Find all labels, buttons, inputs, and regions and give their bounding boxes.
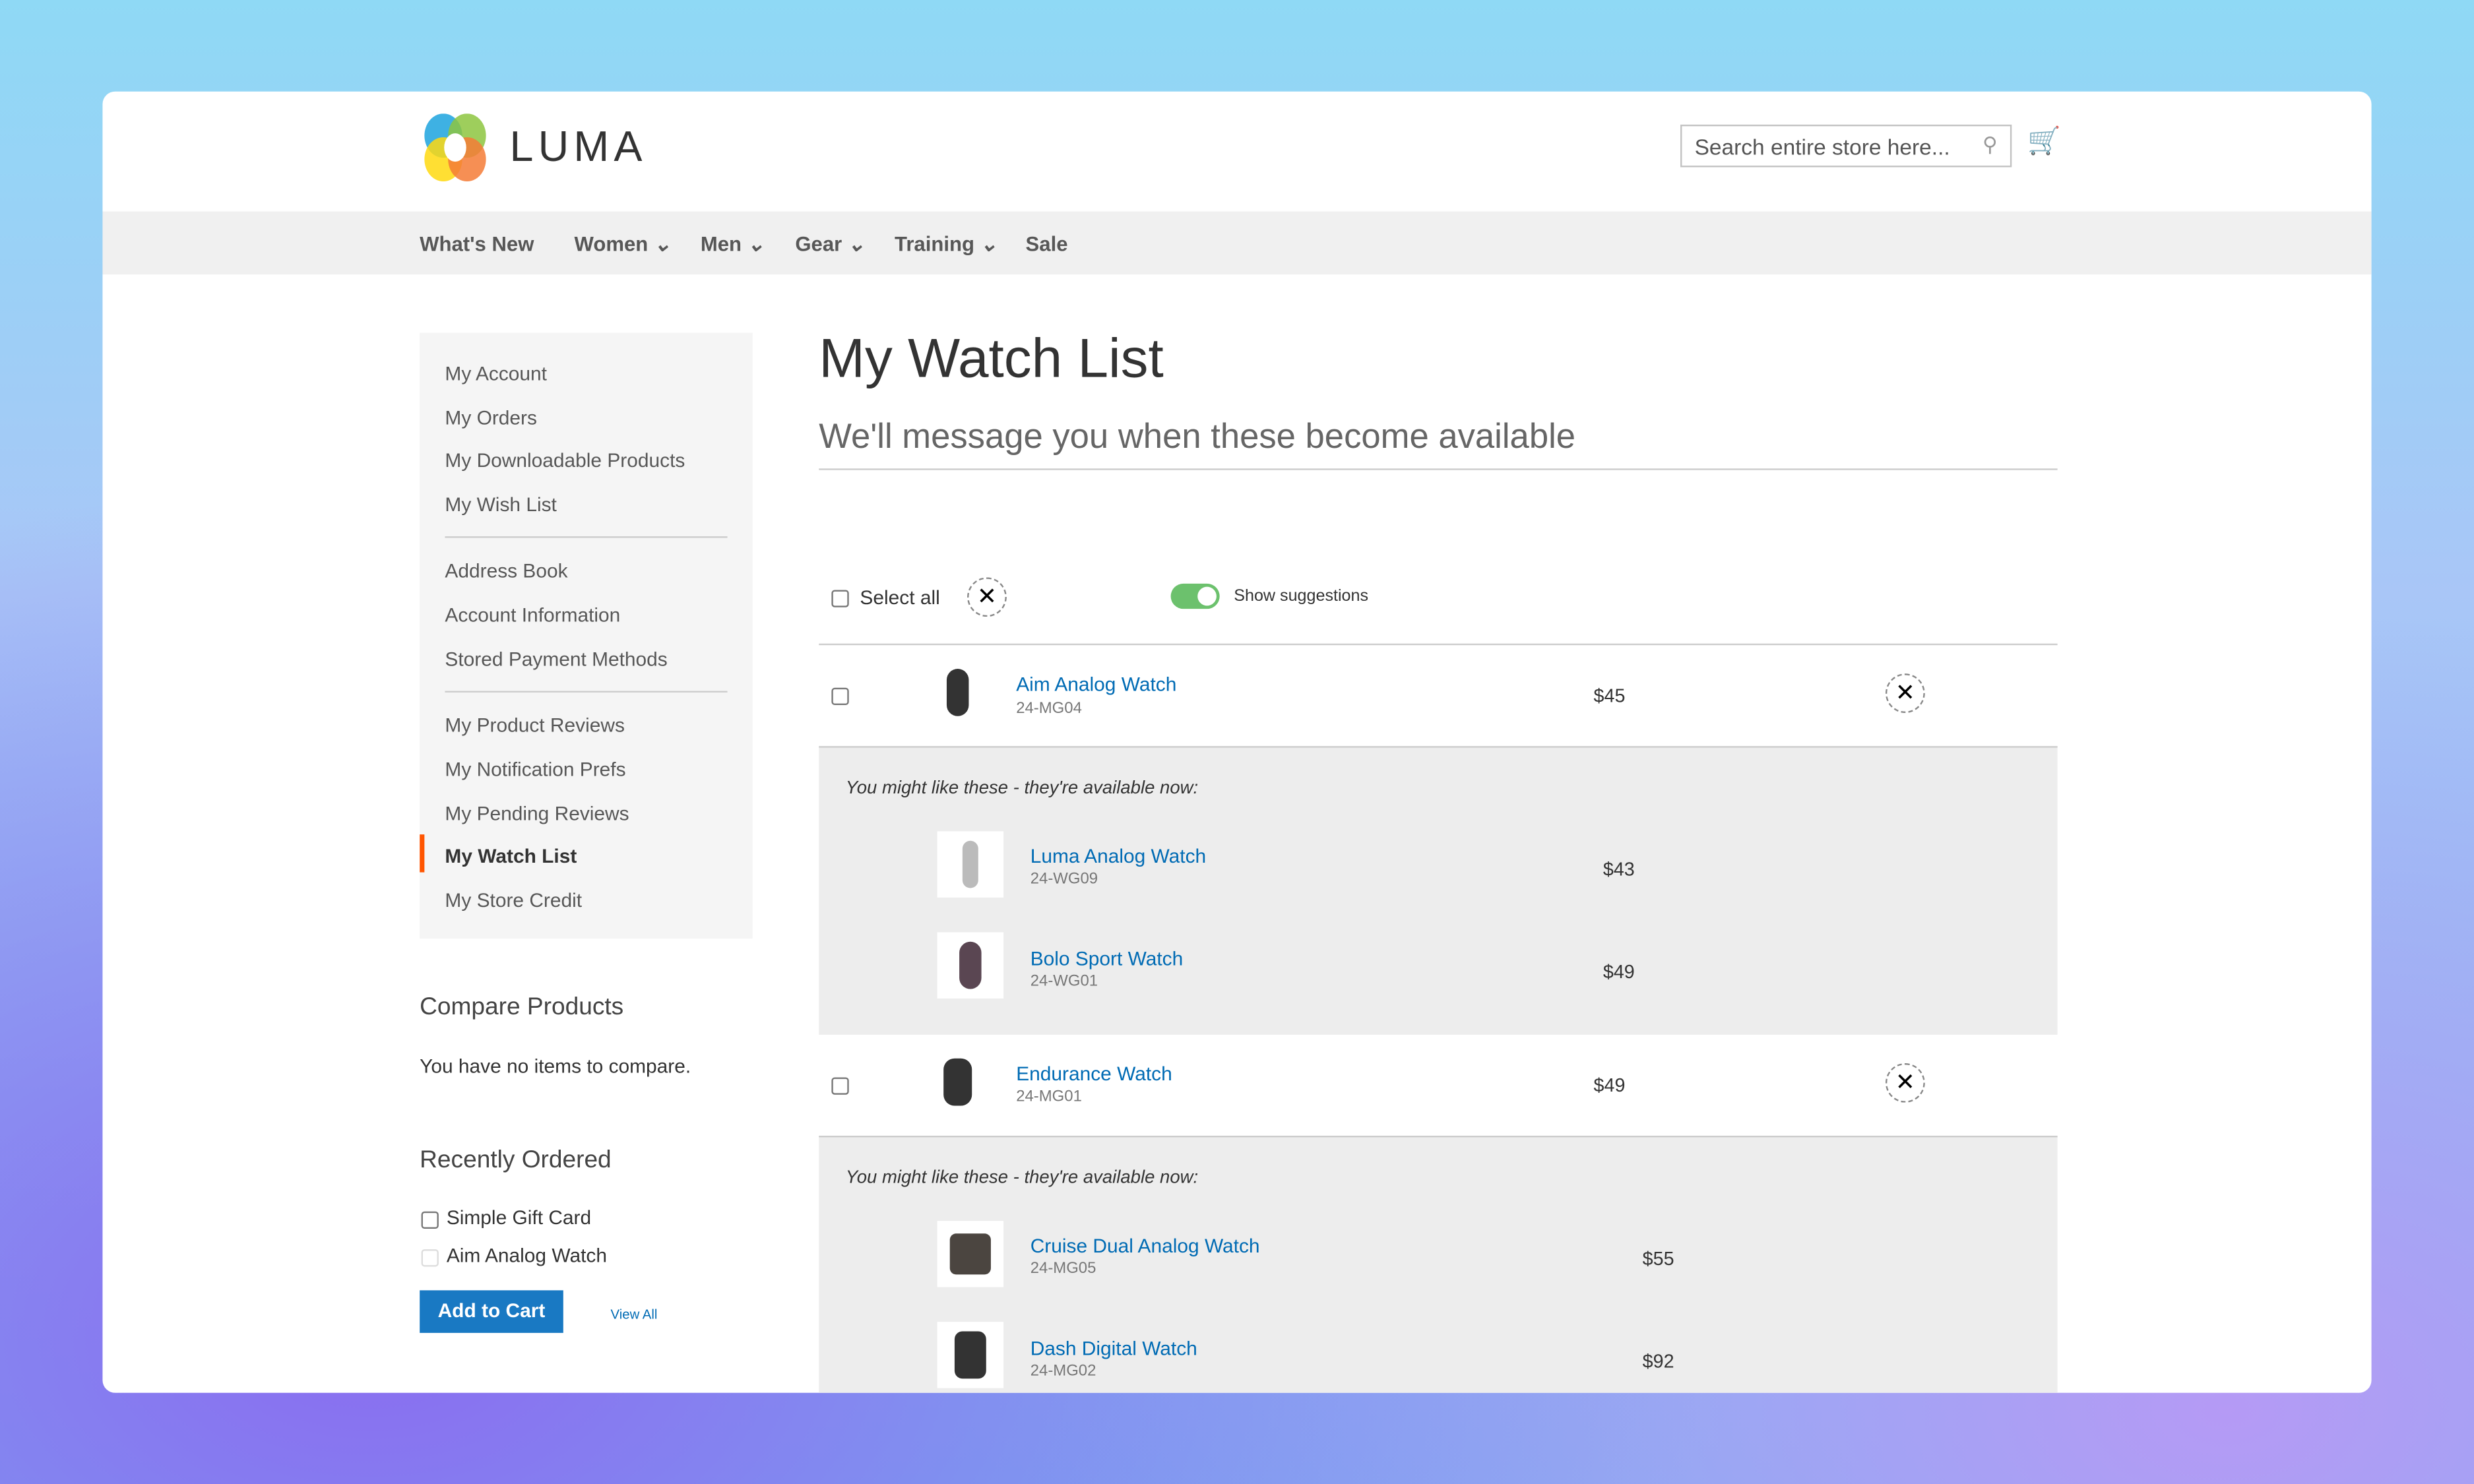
search-input[interactable]: Search entire store here... ⚲ (1680, 124, 2012, 168)
product-image[interactable] (937, 1221, 1004, 1287)
recent-item[interactable]: Aim Analog Watch (447, 1245, 607, 1266)
product-image[interactable] (924, 1049, 991, 1115)
nav-sale[interactable]: Sale (1026, 232, 1068, 256)
product-sku: 24-WG01 (1030, 973, 1098, 991)
product-image[interactable] (924, 659, 991, 726)
compare-empty-text: You have no items to compare. (420, 1055, 691, 1078)
item-checkbox[interactable] (831, 687, 849, 706)
close-icon: ✕ (1895, 679, 1915, 707)
remove-item-button[interactable]: ✕ (1885, 673, 1925, 714)
sidebar-item-watch-list[interactable]: My Watch List (445, 846, 577, 867)
show-suggestions-label: Show suggestions (1234, 586, 1369, 606)
watch-image (943, 1058, 972, 1106)
sidebar-item-my-account[interactable]: My Account (445, 363, 547, 385)
recent-item[interactable]: Simple Gift Card (447, 1207, 591, 1229)
sidebar-item-wish-list[interactable]: My Wish List (445, 494, 556, 516)
sidebar-item-my-orders[interactable]: My Orders (445, 407, 537, 429)
watch-image (954, 1331, 986, 1379)
cart-icon[interactable]: 🛒 (2027, 126, 2061, 158)
add-to-cart-button[interactable]: Add to Cart (420, 1290, 563, 1333)
search-placeholder: Search entire store here... (1694, 134, 1950, 160)
nav-label: Women (574, 232, 649, 256)
nav-women[interactable]: Women ⌄ (575, 232, 671, 257)
chevron-down-icon: ⌄ (980, 232, 998, 256)
sidebar-item-downloadable[interactable]: My Downloadable Products (445, 450, 685, 472)
sidebar-item-address-book[interactable]: Address Book (445, 560, 567, 582)
remove-item-button[interactable]: ✕ (1885, 1063, 1925, 1103)
watch-image (962, 840, 978, 888)
product-sku: 24-MG05 (1030, 1260, 1096, 1278)
divider (819, 643, 2058, 646)
select-all-checkbox[interactable] (831, 590, 849, 607)
nav-whats-new[interactable]: What's New (420, 232, 534, 256)
watch-image (946, 669, 969, 716)
close-icon: ✕ (976, 583, 997, 611)
recent-checkbox[interactable] (421, 1211, 439, 1229)
product-sku: 24-MG02 (1030, 1363, 1096, 1380)
chevron-down-icon: ⌄ (847, 232, 866, 256)
suggestions-label: You might like these - they're available… (845, 779, 1199, 799)
product-sku: 24-MG04 (1016, 700, 1082, 718)
luma-logo-icon[interactable] (422, 113, 490, 182)
product-price: $49 (1602, 960, 1635, 983)
product-link[interactable]: Aim Analog Watch (1016, 673, 1176, 695)
item-checkbox[interactable] (831, 1077, 849, 1095)
compare-title: Compare Products (420, 993, 624, 1021)
divider (445, 691, 728, 693)
sidebar-item-payment-methods[interactable]: Stored Payment Methods (445, 648, 667, 670)
recent-checkbox[interactable] (421, 1249, 439, 1267)
product-price: $92 (1642, 1350, 1674, 1373)
page-subtitle: We'll message you when these become avai… (819, 416, 1576, 456)
suggestions-label: You might like these - they're available… (845, 1169, 1199, 1188)
chevron-down-icon: ⌄ (747, 232, 765, 256)
watch-image (949, 1233, 991, 1275)
product-sku: 24-MG01 (1016, 1088, 1082, 1106)
nav-training[interactable]: Training ⌄ (895, 232, 998, 257)
product-price: $45 (1593, 684, 1626, 707)
recently-ordered-title: Recently Ordered (420, 1146, 612, 1174)
select-all-label[interactable]: Select all (860, 587, 939, 609)
nav-men[interactable]: Men ⌄ (701, 232, 765, 257)
product-image[interactable] (937, 831, 1004, 898)
browser-window: LUMA Search entire store here... ⚲ 🛒 What… (102, 91, 2372, 1393)
product-sku: 24-WG09 (1030, 871, 1098, 888)
product-link[interactable]: Bolo Sport Watch (1031, 948, 1184, 970)
sidebar-item-account-info[interactable]: Account Information (445, 604, 620, 626)
divider (445, 536, 728, 538)
toggle-knob (1197, 586, 1217, 606)
product-link[interactable]: Cruise Dual Analog Watch (1031, 1235, 1260, 1257)
nav-label: Men (700, 232, 742, 256)
product-price: $49 (1593, 1074, 1626, 1097)
product-price: $55 (1642, 1247, 1674, 1270)
account-sidebar: My Account My Orders My Downloadable Pro… (420, 332, 753, 939)
sidebar-item-store-credit[interactable]: My Store Credit (445, 890, 582, 912)
show-suggestions-toggle[interactable] (1170, 583, 1220, 609)
close-icon: ✕ (1895, 1069, 1915, 1097)
page-title: My Watch List (819, 328, 1164, 390)
desktop-background: LUMA Search entire store here... ⚲ 🛒 What… (0, 0, 2474, 1484)
sidebar-item-product-reviews[interactable]: My Product Reviews (445, 714, 624, 736)
chevron-down-icon: ⌄ (653, 232, 672, 256)
suggestions-panel: You might like these - they're available… (819, 746, 2058, 1035)
sidebar-item-notification-prefs[interactable]: My Notification Prefs (445, 758, 625, 780)
suggestions-panel: You might like these - they're available… (819, 1135, 2058, 1393)
logo-text[interactable]: LUMA (509, 123, 647, 172)
product-image[interactable] (937, 1322, 1004, 1388)
nav-label: Gear (795, 232, 842, 256)
search-icon[interactable]: ⚲ (1982, 133, 1998, 158)
nav-gear[interactable]: Gear ⌄ (795, 232, 865, 257)
active-indicator (420, 834, 425, 873)
product-image[interactable] (937, 932, 1004, 999)
divider (819, 468, 2058, 470)
main-nav: What's New Women ⌄ Men ⌄ Gear ⌄ Training… (102, 211, 2372, 275)
sidebar-item-pending-reviews[interactable]: My Pending Reviews (445, 803, 629, 824)
product-price: $43 (1602, 858, 1635, 881)
remove-selected-button[interactable]: ✕ (967, 577, 1007, 617)
product-link[interactable]: Luma Analog Watch (1031, 846, 1206, 867)
nav-label: Training (895, 232, 974, 256)
product-link[interactable]: Endurance Watch (1016, 1063, 1172, 1085)
product-link[interactable]: Dash Digital Watch (1031, 1338, 1197, 1359)
view-all-link[interactable]: View All (611, 1306, 658, 1322)
watch-image (959, 941, 982, 989)
